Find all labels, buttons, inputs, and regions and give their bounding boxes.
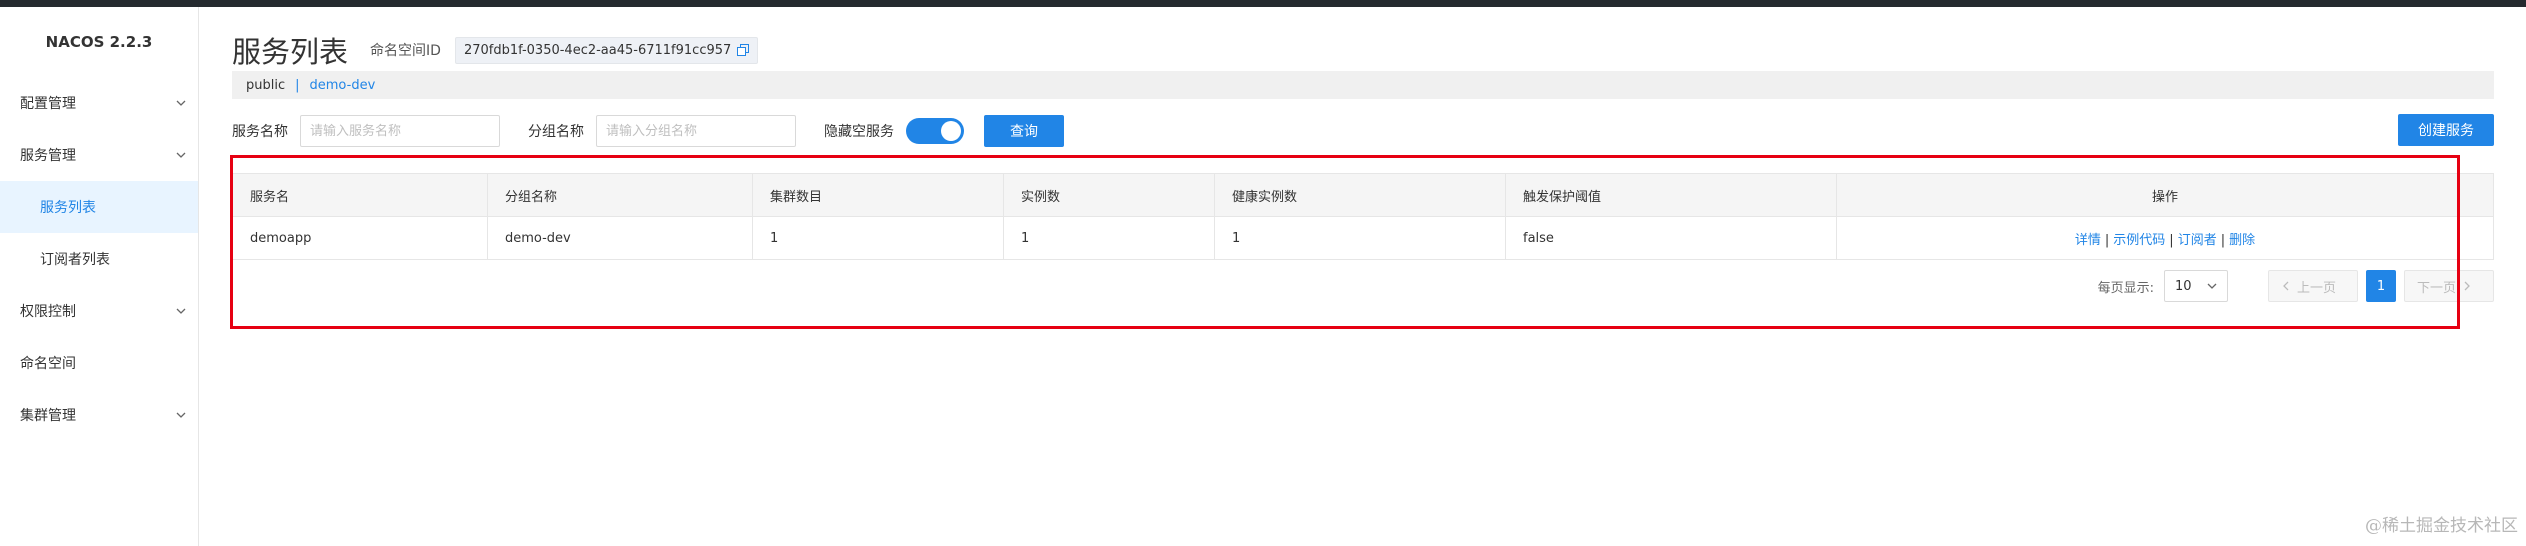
- cell-threshold: false: [1505, 216, 1837, 260]
- sidebar-item-service[interactable]: 服务管理: [0, 129, 198, 181]
- filter-row: 服务名称 分组名称 隐藏空服务 查询 创建服务: [232, 114, 2494, 148]
- main-content: 服务列表 命名空间ID 270fdb1f-0350-4ec2-aa45-6711…: [232, 7, 2494, 546]
- column-header-actions: 操作: [1836, 173, 2494, 217]
- sidebar-item-label: 集群管理: [20, 408, 76, 424]
- prev-page-button[interactable]: 上一页: [2268, 270, 2358, 302]
- sample-code-link[interactable]: 示例代码: [2113, 233, 2165, 248]
- group-name-input[interactable]: [596, 115, 796, 147]
- sidebar-item-label: 服务列表: [40, 200, 96, 216]
- sidebar-item-service-list[interactable]: 服务列表: [0, 181, 198, 233]
- pagination: 每页显示: 10 上一页 1 下一页: [2098, 270, 2494, 302]
- watermark: @稀土掘金技术社区: [2365, 516, 2518, 536]
- chevron-down-icon: [176, 152, 186, 158]
- namespace-id-value: 270fdb1f-0350-4ec2-aa45-6711f91cc957: [454, 36, 759, 64]
- create-service-button[interactable]: 创建服务: [2398, 114, 2494, 146]
- namespace-id-text: 270fdb1f-0350-4ec2-aa45-6711f91cc957: [463, 42, 732, 58]
- prev-page-label: 上一页: [2297, 280, 2337, 296]
- cell-group-name: demo-dev: [487, 216, 753, 260]
- service-name-input[interactable]: [300, 115, 500, 147]
- brand-logo: NACOS 2.2.3: [45, 33, 153, 51]
- page-number-current[interactable]: 1: [2366, 270, 2396, 302]
- sidebar-item-label: 订阅者列表: [40, 252, 110, 268]
- table-row: demoapp demo-dev 1 1 1 false 详情 | 示例代码 | 订阅者…: [232, 216, 2494, 260]
- chevron-right-icon: [2464, 281, 2470, 291]
- chevron-down-icon: [2207, 283, 2217, 289]
- subscriber-link[interactable]: 订阅者: [2178, 233, 2217, 248]
- column-header-service-name: 服务名: [232, 173, 488, 217]
- column-header-threshold: 触发保护阈值: [1505, 173, 1837, 217]
- sidebar-item-label: 权限控制: [20, 304, 76, 320]
- page-size-value: 10: [2175, 278, 2192, 294]
- sidebar: NACOS 2.2.3 配置管理 服务管理 服务列表 订阅者列表 权限控制 命名…: [0, 7, 199, 546]
- cell-cluster-count: 1: [752, 216, 1004, 260]
- column-header-cluster-count: 集群数目: [752, 173, 1004, 217]
- column-header-group-name: 分组名称: [487, 173, 753, 217]
- hide-empty-label: 隐藏空服务: [824, 124, 894, 140]
- toggle-knob: [941, 121, 961, 141]
- column-header-instance-count: 实例数: [1003, 173, 1215, 217]
- namespace-link-demo-dev[interactable]: demo-dev: [310, 78, 376, 93]
- hide-empty-toggle[interactable]: [906, 118, 964, 144]
- namespace-separator: |: [295, 77, 300, 93]
- detail-link[interactable]: 详情: [2075, 233, 2101, 248]
- chevron-down-icon: [176, 308, 186, 314]
- delete-link[interactable]: 删除: [2229, 233, 2255, 248]
- top-bar: [0, 0, 2526, 7]
- sidebar-item-label: 配置管理: [20, 96, 76, 112]
- chevron-left-icon: [2283, 281, 2289, 291]
- query-button[interactable]: 查询: [984, 115, 1064, 147]
- sidebar-item-access-control[interactable]: 权限控制: [0, 285, 198, 337]
- sidebar-item-label: 服务管理: [20, 148, 76, 164]
- column-header-healthy-count: 健康实例数: [1214, 173, 1506, 217]
- next-page-button[interactable]: 下一页: [2404, 270, 2494, 302]
- cell-instance-count: 1: [1003, 216, 1215, 260]
- page-size-label: 每页显示:: [2097, 280, 2154, 296]
- sidebar-item-config[interactable]: 配置管理: [0, 77, 198, 129]
- chevron-down-icon: [176, 412, 186, 418]
- page-title: 服务列表: [232, 35, 349, 69]
- page-size-select[interactable]: 10: [2164, 270, 2228, 302]
- group-name-label: 分组名称: [528, 124, 584, 140]
- sidebar-item-label: 命名空间: [20, 356, 76, 372]
- sidebar-item-cluster[interactable]: 集群管理: [0, 389, 198, 441]
- cell-actions: 详情 | 示例代码 | 订阅者 | 删除: [1836, 216, 2494, 260]
- namespace-id-label: 命名空间ID: [370, 43, 441, 59]
- chevron-down-icon: [176, 100, 186, 106]
- cell-service-name: demoapp: [232, 216, 488, 260]
- next-page-label: 下一页: [2417, 280, 2457, 296]
- service-table: 服务名 分组名称 集群数目 实例数 健康实例数 触发保护阈值 操作 demoap…: [232, 173, 2494, 260]
- namespace-link-public[interactable]: public: [246, 78, 285, 93]
- title-row: 服务列表 命名空间ID 270fdb1f-0350-4ec2-aa45-6711…: [232, 30, 759, 70]
- copy-icon[interactable]: [737, 44, 750, 56]
- cell-healthy-count: 1: [1214, 216, 1506, 260]
- sidebar-item-namespace[interactable]: 命名空间: [0, 337, 198, 389]
- sidebar-item-subscriber-list[interactable]: 订阅者列表: [0, 233, 198, 285]
- service-name-label: 服务名称: [232, 124, 288, 140]
- table-header-row: 服务名 分组名称 集群数目 实例数 健康实例数 触发保护阈值 操作: [232, 173, 2494, 217]
- namespace-bar: public | demo-dev: [232, 71, 2494, 99]
